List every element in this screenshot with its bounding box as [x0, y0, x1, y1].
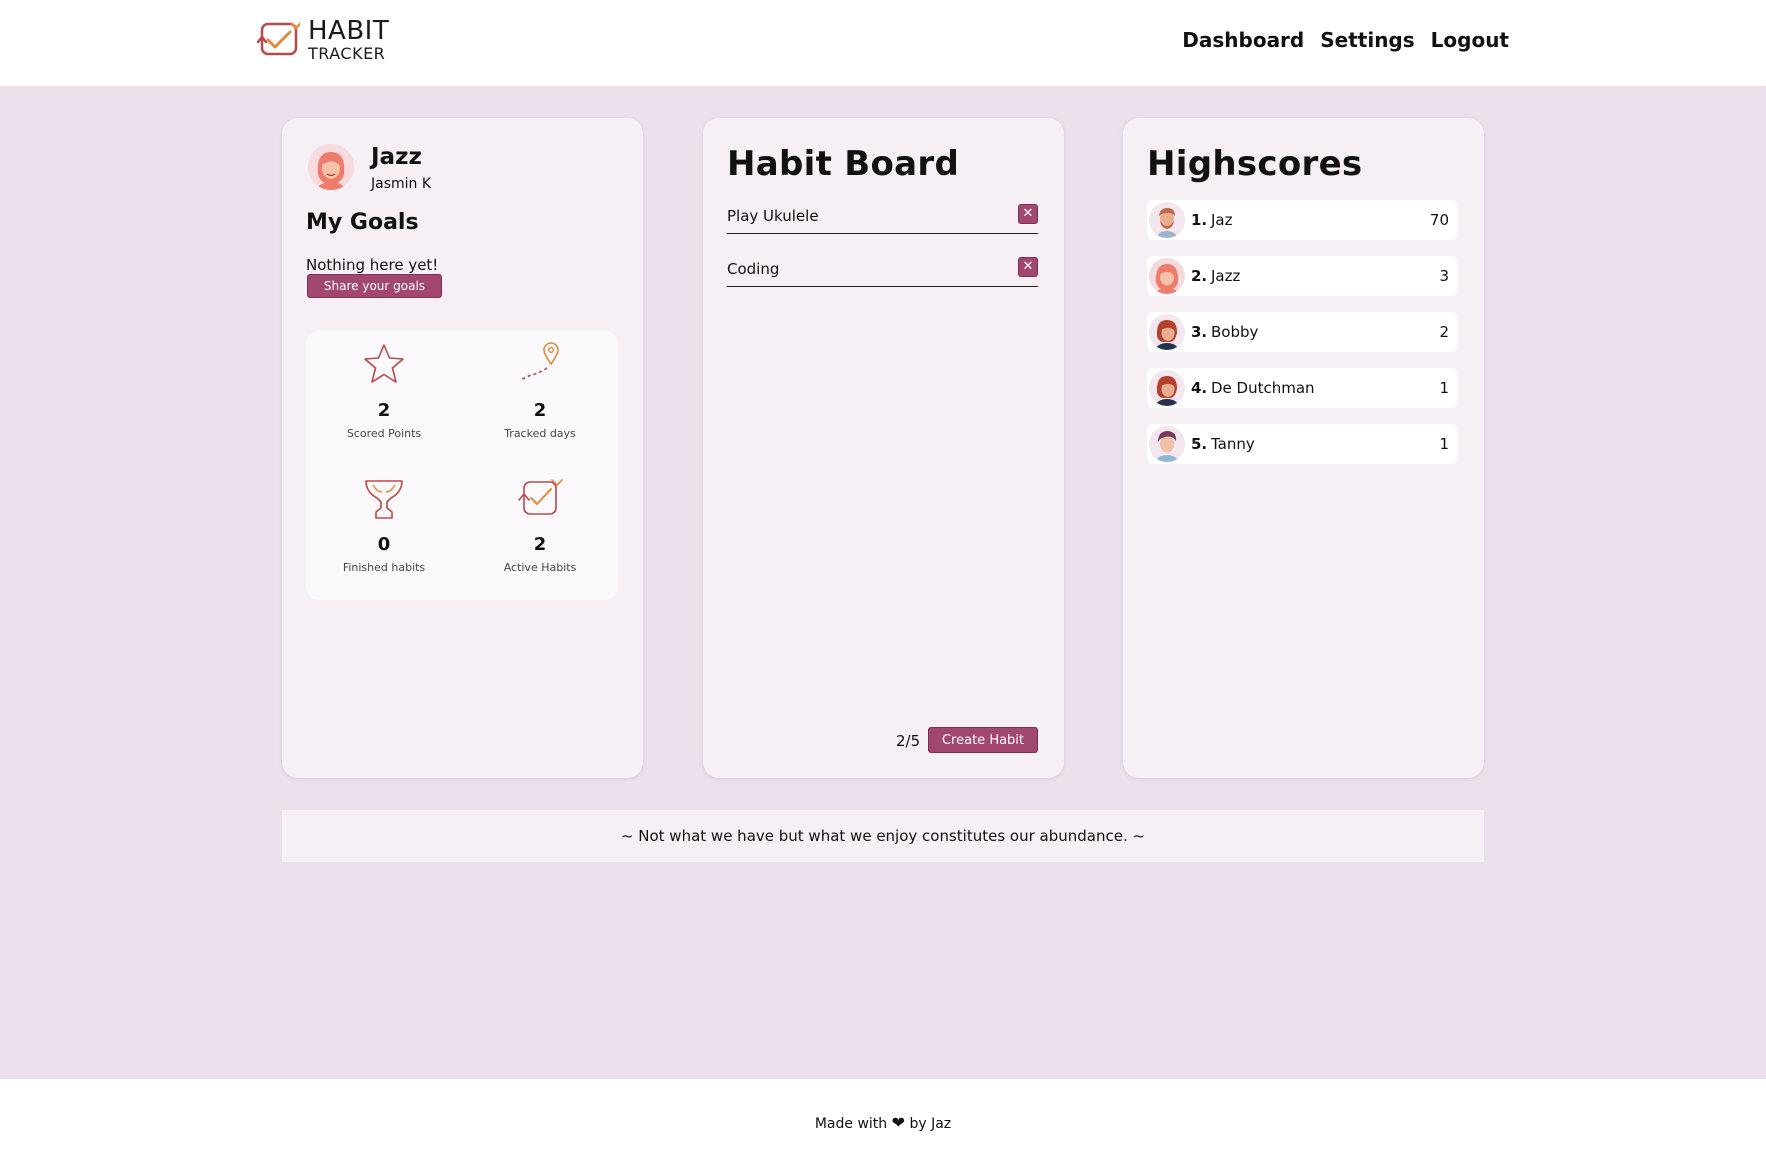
- user-avatar: [308, 144, 354, 190]
- app-logo[interactable]: HABIT TRACKER: [256, 18, 389, 62]
- habit-board-title: Habit Board: [727, 144, 960, 184]
- avatar-illustration-icon: [1149, 258, 1185, 294]
- nav-logout-link[interactable]: Logout: [1431, 28, 1509, 52]
- habit-board-card: Habit Board Play Ukulele ✕ Coding ✕ 2/5 …: [703, 118, 1064, 778]
- avatar-illustration-icon: [1149, 314, 1185, 350]
- player-score: 3: [1439, 267, 1449, 285]
- delete-habit-icon[interactable]: ✕: [1018, 204, 1038, 224]
- player-score: 70: [1429, 211, 1449, 229]
- profile-display-name: Jazz: [371, 144, 422, 170]
- profile-card: Jazz Jasmin K My Goals Nothing here yet!…: [282, 118, 643, 778]
- stat-label: Tracked days: [504, 427, 576, 440]
- stat-value: 2: [377, 400, 391, 421]
- logo-title: HABIT: [308, 16, 390, 46]
- habit-item[interactable]: Coding ✕: [727, 253, 1038, 287]
- trophy-icon: [365, 480, 403, 519]
- avatar-illustration-icon: [1149, 202, 1185, 238]
- player-avatar: [1149, 314, 1185, 350]
- stat-scored-points: 2 Scored Points: [306, 342, 462, 440]
- map-pin-path-icon: [520, 342, 559, 381]
- stat-value: 0: [377, 534, 391, 555]
- top-navbar: HABIT TRACKER Dashboard Settings Logout: [0, 0, 1766, 86]
- nav-settings-link[interactable]: Settings: [1320, 28, 1414, 52]
- habit-name: Coding: [727, 260, 780, 278]
- habit-check-icon: [518, 479, 563, 515]
- create-habit-button[interactable]: Create Habit: [928, 727, 1038, 753]
- player-score: 1: [1439, 435, 1449, 453]
- stat-label: Finished habits: [342, 561, 426, 574]
- nav-dashboard-link[interactable]: Dashboard: [1182, 28, 1304, 52]
- habit-tracker-logo-icon: [256, 22, 300, 56]
- stat-label: Active Habits: [503, 561, 577, 574]
- highscore-row: 5. Tanny 1: [1147, 424, 1458, 464]
- player-avatar: [1149, 202, 1185, 238]
- player-name: Bobby: [1211, 323, 1259, 341]
- share-goals-button[interactable]: Share your goals: [307, 274, 442, 298]
- stat-active-habits: 2 Active Habits: [462, 476, 618, 574]
- profile-full-name: Jasmin K: [371, 176, 432, 192]
- dashboard-main: Jazz Jasmin K My Goals Nothing here yet!…: [0, 86, 1766, 1079]
- highscore-row: 1. Jaz 70: [1147, 200, 1458, 240]
- highscore-row: 3. Bobby 2: [1147, 312, 1458, 352]
- footer-prefix: Made with: [814, 1116, 888, 1132]
- player-avatar: [1149, 370, 1185, 406]
- stat-tracked-days: 2 Tracked days: [462, 342, 618, 440]
- heart-icon: ❤: [891, 1113, 906, 1132]
- stat-finished-habits: 0 Finished habits: [306, 476, 462, 574]
- habit-count: 2/5: [896, 732, 921, 750]
- stat-label: Scored Points: [346, 427, 422, 440]
- goals-heading: My Goals: [306, 210, 419, 235]
- player-name: Tanny: [1211, 435, 1255, 453]
- stats-panel: 2 Scored Points 2 Tracked days 0 Finishe…: [306, 330, 618, 600]
- highscore-row: 2. Jazz 3: [1147, 256, 1458, 296]
- habit-name: Play Ukulele: [727, 207, 819, 225]
- page-footer: Made with ❤ by Jaz: [0, 1079, 1766, 1163]
- habit-item[interactable]: Play Ukulele ✕: [727, 200, 1038, 234]
- player-rank: 5.: [1191, 435, 1208, 453]
- player-rank: 1.: [1191, 211, 1208, 229]
- footer-suffix: by Jaz: [909, 1116, 952, 1132]
- delete-habit-icon[interactable]: ✕: [1018, 257, 1038, 277]
- highscores-card: Highscores 1. Jaz 70 2. Jazz 3 3. Bobby …: [1123, 118, 1484, 778]
- avatar-illustration-icon: [1149, 426, 1185, 462]
- player-rank: 4.: [1191, 379, 1208, 397]
- stat-value: 2: [533, 400, 547, 421]
- logo-subtitle: TRACKER: [308, 44, 386, 63]
- highscore-row: 4. De Dutchman 1: [1147, 368, 1458, 408]
- player-avatar: [1149, 258, 1185, 294]
- goals-empty-text: Nothing here yet!: [306, 256, 439, 274]
- player-score: 1: [1439, 379, 1449, 397]
- player-name: De Dutchman: [1211, 379, 1315, 397]
- avatar-illustration-icon: [308, 144, 354, 190]
- player-name: Jazz: [1211, 267, 1241, 285]
- player-rank: 3.: [1191, 323, 1208, 341]
- star-icon: [364, 344, 404, 383]
- player-rank: 2.: [1191, 267, 1208, 285]
- highscores-title: Highscores: [1147, 144, 1363, 184]
- main-nav: Dashboard Settings Logout: [1182, 28, 1509, 52]
- player-score: 2: [1439, 323, 1449, 341]
- stat-value: 2: [533, 534, 547, 555]
- avatar-illustration-icon: [1149, 370, 1185, 406]
- quote-banner: ~ Not what we have but what we enjoy con…: [282, 810, 1484, 862]
- player-name: Jaz: [1211, 211, 1233, 229]
- player-avatar: [1149, 426, 1185, 462]
